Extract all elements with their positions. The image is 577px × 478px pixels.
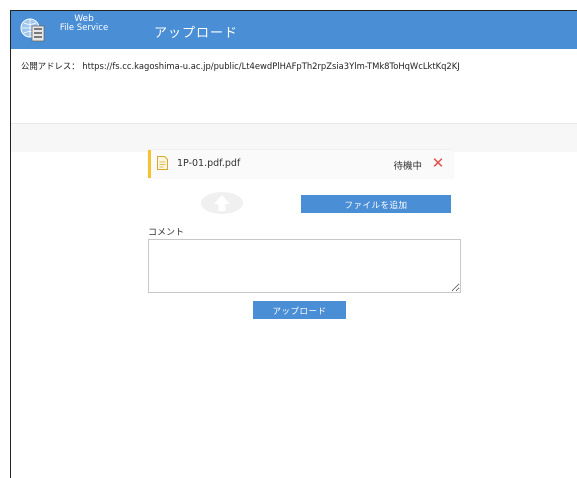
file-name: 1P-01.pdf.pdf [177,158,241,169]
logo-line2: File Service [59,23,109,33]
public-address-row: 公開アドレス： https://fs.cc.kagoshima-u.ac.jp/… [21,60,576,72]
section-divider [11,123,577,152]
upload-button[interactable]: アップロード [253,301,346,319]
comment-label: コメント [148,228,185,238]
file-status: 待機中 [393,161,422,172]
logo-text: Web File Service [50,15,118,33]
server-globe-icon [20,18,45,42]
comment-field[interactable] [148,239,461,293]
file-icon [157,156,168,170]
public-address-label: 公開アドレス： [21,61,80,71]
file-list-item: 1P-01.pdf.pdf 待機中 ✕ [148,150,453,178]
app-window: Web File Service アップロード 公開アドレス： https://… [10,10,577,478]
add-file-button[interactable]: ファイルを追加 [301,195,451,213]
page-title: アップロード [154,26,239,41]
header-bar: Web File Service アップロード [11,11,577,49]
close-icon[interactable]: ✕ [431,154,445,172]
public-address-url[interactable]: https://fs.cc.kagoshima-u.ac.jp/public/L… [82,61,459,71]
upload-arrow-icon [201,192,243,214]
